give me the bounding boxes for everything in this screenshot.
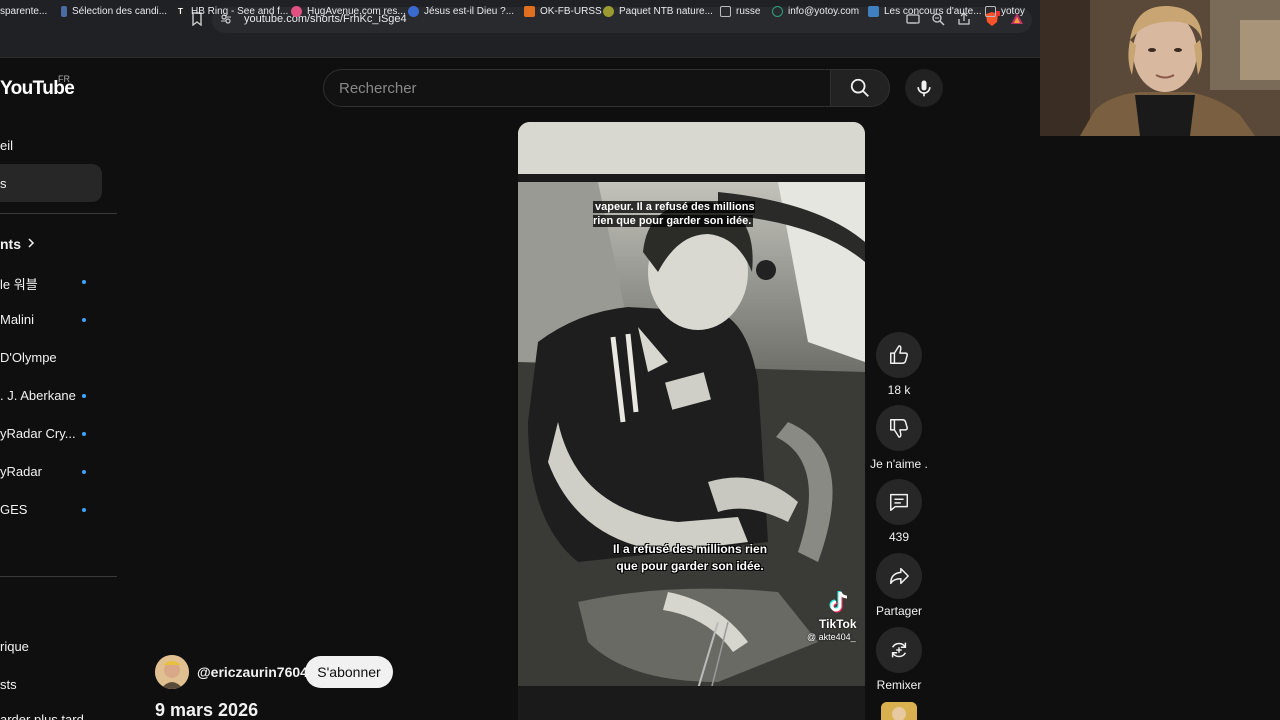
search-placeholder: Rechercher [339, 80, 417, 97]
voice-search-button[interactable] [905, 69, 943, 107]
next-video-thumbnail[interactable] [881, 702, 917, 720]
leaf-icon [603, 5, 614, 17]
sidebar-item-playlists[interactable]: sts [0, 677, 17, 692]
sidebar-item-channel[interactable]: Malini [0, 312, 34, 327]
sidebar-item-channel[interactable]: yRadar [0, 464, 42, 479]
like-count: 18 k [887, 383, 911, 397]
thumbs-up-icon [890, 345, 908, 364]
sidebar-item-channel[interactable]: GES [0, 502, 27, 517]
dislike-button[interactable] [876, 405, 922, 451]
bookmark-item[interactable]: Jésus est-il Dieu ?... [408, 4, 514, 18]
bookmark-item[interactable]: Les concours d'aute... [868, 4, 982, 18]
bookmark-item[interactable]: OK-FB-URSS [524, 4, 602, 18]
new-content-dot [82, 432, 86, 436]
new-content-dot [82, 470, 86, 474]
video-caption-top: vapeur. Il a refusé des millions rien qu… [593, 201, 755, 227]
sidebar-active-highlight [0, 164, 102, 202]
bookmark-item[interactable]: info@yotoy.com [772, 4, 859, 18]
folder-icon [720, 5, 731, 17]
sidebar-divider [0, 213, 117, 214]
thumbs-down-icon [890, 419, 908, 438]
sidebar-section-subscriptions[interactable]: nts [0, 236, 21, 252]
video-date: 9 mars 2026 [155, 700, 259, 720]
webcam-person-image [1040, 0, 1280, 136]
new-content-dot [82, 508, 86, 512]
sidebar-item-watch-later[interactable]: arder plus tard [0, 712, 84, 720]
sidebar-item-history[interactable]: rique [0, 639, 29, 654]
subscribe-button[interactable]: S'abonner [305, 656, 393, 688]
sidebar-item-channel[interactable]: le 워블 [0, 274, 38, 293]
remix-button[interactable] [876, 627, 922, 673]
bookmark-folder[interactable]: russe [720, 4, 760, 18]
heart-icon [291, 5, 302, 17]
tiktok-handle: @ akte404_ [807, 632, 856, 642]
microphone-icon [917, 80, 931, 97]
new-content-dot [82, 394, 86, 398]
tiktok-watermark: TikTok [819, 617, 857, 631]
next-video-image [881, 702, 917, 720]
channel-handle[interactable]: @ericzaurin7604 [197, 664, 308, 680]
globe-icon [408, 5, 419, 17]
bookmark-folder[interactable]: yotoy [985, 4, 1025, 18]
comments-count: 439 [888, 530, 910, 544]
new-content-dot [82, 280, 86, 284]
sidebar-item-home[interactable]: eil [0, 138, 13, 153]
like-button[interactable] [876, 332, 922, 378]
bookmark-item[interactable]: Sélection des candi... [61, 4, 167, 18]
comments-button[interactable] [876, 479, 922, 525]
avatar-image [155, 655, 189, 689]
bookmarks-bar [0, 36, 1040, 58]
video-caption-main: Il a refusé des millions rien que pour g… [612, 542, 768, 573]
image-icon [868, 5, 879, 17]
new-content-dot [82, 318, 86, 322]
search-icon [850, 78, 869, 97]
channel-avatar[interactable] [155, 655, 189, 689]
folder-icon [985, 5, 996, 17]
sidebar-item-channel[interactable]: . J. Aberkane [0, 388, 76, 403]
sidebar-divider [0, 576, 117, 577]
sidebar-item-shorts[interactable]: s [0, 176, 7, 191]
dislike-label: Je n'aime . [870, 457, 928, 471]
region-label: FR [58, 74, 70, 84]
chevron-right-icon[interactable] [25, 237, 37, 249]
t-logo-icon: T [175, 5, 186, 17]
share-label: Partager [875, 604, 923, 618]
remix-icon [891, 642, 907, 658]
tiktok-logo-icon [829, 591, 848, 613]
sidebar-item-channel[interactable]: yRadar Cry... [0, 426, 76, 441]
bookmark-item[interactable]: HugAvenue.com res... [291, 4, 406, 18]
comment-icon [890, 493, 908, 511]
bookmark-item[interactable]: Paquet NTB nature... [603, 4, 713, 18]
document-icon [61, 5, 67, 17]
share-arrow-icon [890, 567, 909, 585]
search-button[interactable] [830, 69, 890, 107]
webcam-overlay [1040, 0, 1280, 136]
sidebar-item-channel[interactable]: D'Olympe [0, 350, 57, 365]
mail-icon [772, 5, 783, 17]
remix-label: Remixer [876, 678, 922, 692]
bookmark-item[interactable]: T HB Ring - See and f... [175, 4, 288, 18]
bookmark-item[interactable]: sparente... [0, 4, 47, 18]
share-button[interactable] [876, 553, 922, 599]
bitcoin-icon [524, 5, 535, 17]
